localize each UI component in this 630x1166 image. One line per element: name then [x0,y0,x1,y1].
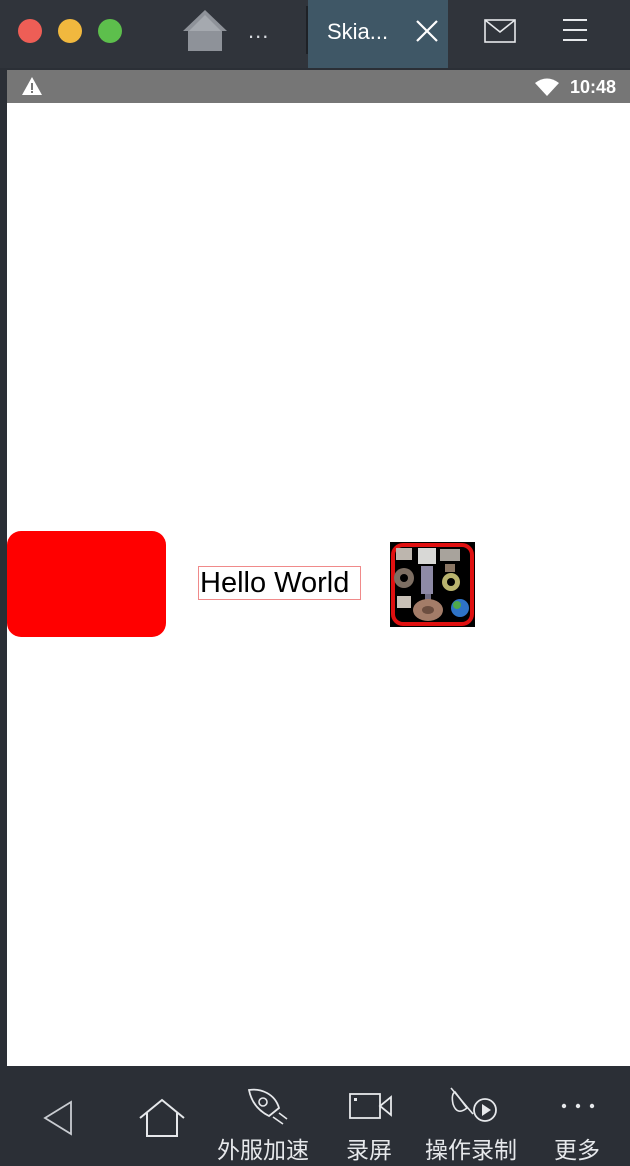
nav-more-button[interactable]: 更多 [548,1066,610,1166]
maximize-window-button[interactable] [98,19,122,43]
nav-accelerate-label: 外服加速 [217,1138,309,1164]
window-title-bar: ... Skia... [0,0,630,68]
video-camera-icon [349,1093,392,1119]
nav-back-button[interactable] [30,1066,90,1166]
nav-record-screen-button[interactable]: 录屏 [340,1066,402,1166]
warning-icon [22,77,42,95]
minimize-window-button[interactable] [58,19,82,43]
bottom-toolbar: 外服加速 录屏 操作录制 更多 [0,1066,630,1166]
menu-icon[interactable] [561,16,589,44]
more-icon [561,1103,595,1109]
status-time: 10:48 [570,77,617,97]
home-icon[interactable] [180,7,230,53]
wifi-icon [535,78,559,96]
nav-accelerate-button[interactable]: 外服加速 [215,1066,319,1166]
app-canvas: Hello World [7,103,630,1066]
back-icon [43,1100,72,1136]
rocket-icon [247,1088,288,1125]
nav-record-screen-label: 录屏 [346,1138,392,1164]
nav-home-button[interactable] [130,1066,194,1166]
tab-label: Skia... [327,19,389,44]
tab-skia[interactable]: Skia... [308,0,448,68]
home-icon [139,1098,185,1137]
red-rounded-rectangle [7,531,166,637]
nav-macro-record-button[interactable]: 操作录制 [423,1066,527,1166]
close-window-button[interactable] [18,19,42,43]
device-status-bar: 10:48 [7,70,630,103]
hello-world-text: Hello World [198,566,361,600]
nav-more-label: 更多 [554,1138,600,1164]
mail-icon[interactable] [484,19,516,43]
texture-image [390,542,475,627]
close-icon[interactable] [414,18,440,44]
nav-macro-record-label: 操作录制 [425,1138,517,1164]
more-tabs-button[interactable]: ... [248,20,269,42]
macro-record-icon [450,1087,497,1122]
